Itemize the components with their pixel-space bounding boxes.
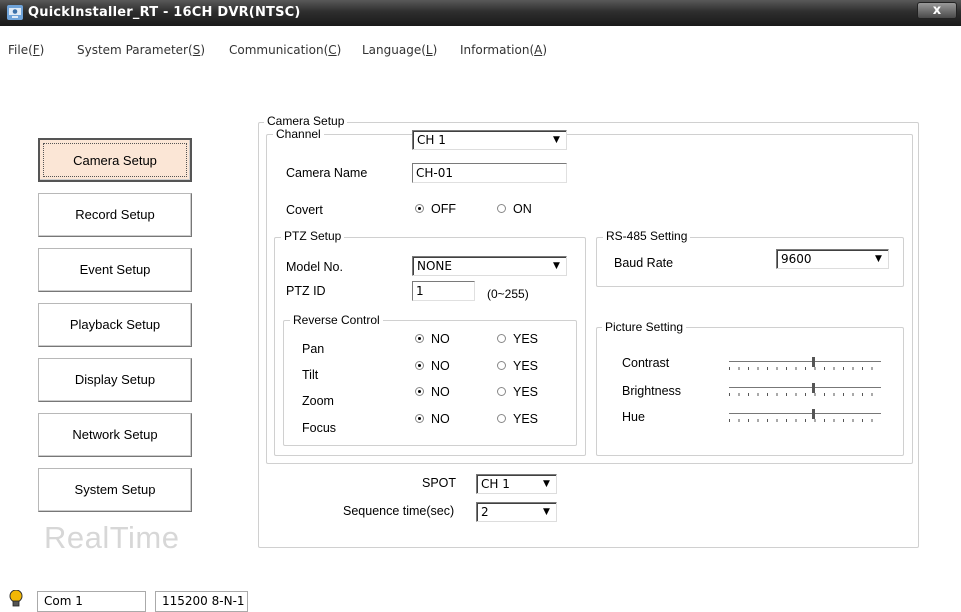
contrast-slider[interactable] (729, 357, 881, 372)
ptz-id-label: PTZ ID (286, 284, 326, 298)
camera-name-value: CH-01 (416, 166, 454, 180)
chevron-down-icon: ▼ (543, 479, 550, 489)
reverse-pan-label: Pan (302, 342, 325, 356)
tilt-no-radio[interactable]: NO (415, 359, 450, 373)
close-button[interactable]: x (917, 2, 957, 19)
baud-rate-value: 9600 (781, 252, 812, 266)
nav-network-setup[interactable]: Network Setup (38, 413, 192, 457)
sequence-time-select[interactable]: 2 ▼ (476, 502, 557, 522)
contrast-label: Contrast (622, 356, 670, 370)
nav-system-setup[interactable]: System Setup (38, 468, 192, 512)
ptz-id-value: 1 (416, 284, 424, 298)
channel-label: Channel (273, 127, 324, 141)
nav-record-setup[interactable]: Record Setup (38, 193, 192, 237)
menu-information[interactable]: Information(A) (460, 43, 547, 57)
sequence-time-label: Sequence time(sec) (343, 504, 455, 518)
menu-communication[interactable]: Communication(C) (229, 43, 341, 57)
nav-camera-setup[interactable]: Camera Setup (38, 138, 192, 182)
spot-value: CH 1 (481, 477, 510, 491)
ptz-id-range: (0~255) (487, 287, 529, 301)
chevron-down-icon: ▼ (553, 135, 560, 145)
chevron-down-icon: ▼ (875, 254, 882, 264)
menu-system-parameter[interactable]: System Parameter(S) (77, 43, 205, 57)
brightness-label: Brightness (622, 384, 682, 398)
baud-rate-label: Baud Rate (614, 256, 674, 270)
pan-no-radio[interactable]: NO (415, 332, 450, 346)
camera-name-input[interactable]: CH-01 (412, 163, 567, 183)
pan-yes-radio[interactable]: YES (497, 332, 538, 346)
baud-rate-select[interactable]: 9600 ▼ (776, 249, 889, 269)
camera-setup-title: Camera Setup (264, 114, 348, 128)
channel-select[interactable]: CH 1 ▼ (412, 130, 567, 150)
menu-language[interactable]: Language(L) (362, 43, 437, 57)
covert-off-radio[interactable]: OFF (415, 202, 456, 216)
hue-slider[interactable] (729, 409, 881, 424)
spot-select[interactable]: CH 1 ▼ (476, 474, 557, 494)
zoom-no-radio[interactable]: NO (415, 385, 450, 399)
nav-display-setup[interactable]: Display Setup (38, 358, 192, 402)
camera-name-label: Camera Name (286, 166, 368, 180)
focus-no-radio[interactable]: NO (415, 412, 450, 426)
spot-label: SPOT (422, 476, 457, 490)
model-no-value: NONE (417, 259, 452, 273)
covert-on-radio[interactable]: ON (497, 202, 532, 216)
title-bar: QuickInstaller_RT - 16CH DVR(NTSC) x (0, 0, 961, 26)
brightness-slider-thumb[interactable] (812, 383, 815, 393)
reverse-zoom-label: Zoom (302, 394, 334, 408)
chevron-down-icon: ▼ (553, 261, 560, 271)
reverse-control-title: Reverse Control (290, 313, 383, 327)
brightness-slider[interactable] (729, 383, 881, 398)
ptz-id-input[interactable]: 1 (412, 281, 475, 301)
status-port: Com 1 (37, 591, 146, 612)
app-icon (7, 5, 23, 20)
model-no-label: Model No. (286, 260, 343, 274)
nav-playback-setup[interactable]: Playback Setup (38, 303, 192, 347)
realtime-watermark: RealTime (44, 520, 180, 555)
zoom-yes-radio[interactable]: YES (497, 385, 538, 399)
picture-setting-title: Picture Setting (602, 320, 687, 334)
tilt-yes-radio[interactable]: YES (497, 359, 538, 373)
reverse-focus-label: Focus (302, 421, 337, 435)
rs485-title: RS-485 Setting (603, 229, 691, 243)
connection-bulb-icon (9, 590, 23, 607)
channel-value: CH 1 (417, 133, 446, 147)
status-settings: 115200 8-N-1 (155, 591, 248, 612)
contrast-slider-thumb[interactable] (812, 357, 815, 367)
hue-label: Hue (622, 410, 645, 424)
reverse-tilt-label: Tilt (302, 368, 319, 382)
hue-slider-thumb[interactable] (812, 409, 815, 419)
ptz-setup-title: PTZ Setup (281, 229, 345, 243)
window-title: QuickInstaller_RT - 16CH DVR(NTSC) (28, 5, 301, 20)
menu-file[interactable]: File(F) (8, 43, 44, 57)
chevron-down-icon: ▼ (543, 507, 550, 517)
sequence-time-value: 2 (481, 505, 489, 519)
model-no-select[interactable]: NONE ▼ (412, 256, 567, 276)
focus-yes-radio[interactable]: YES (497, 412, 538, 426)
nav-event-setup[interactable]: Event Setup (38, 248, 192, 292)
covert-label: Covert (286, 203, 323, 217)
